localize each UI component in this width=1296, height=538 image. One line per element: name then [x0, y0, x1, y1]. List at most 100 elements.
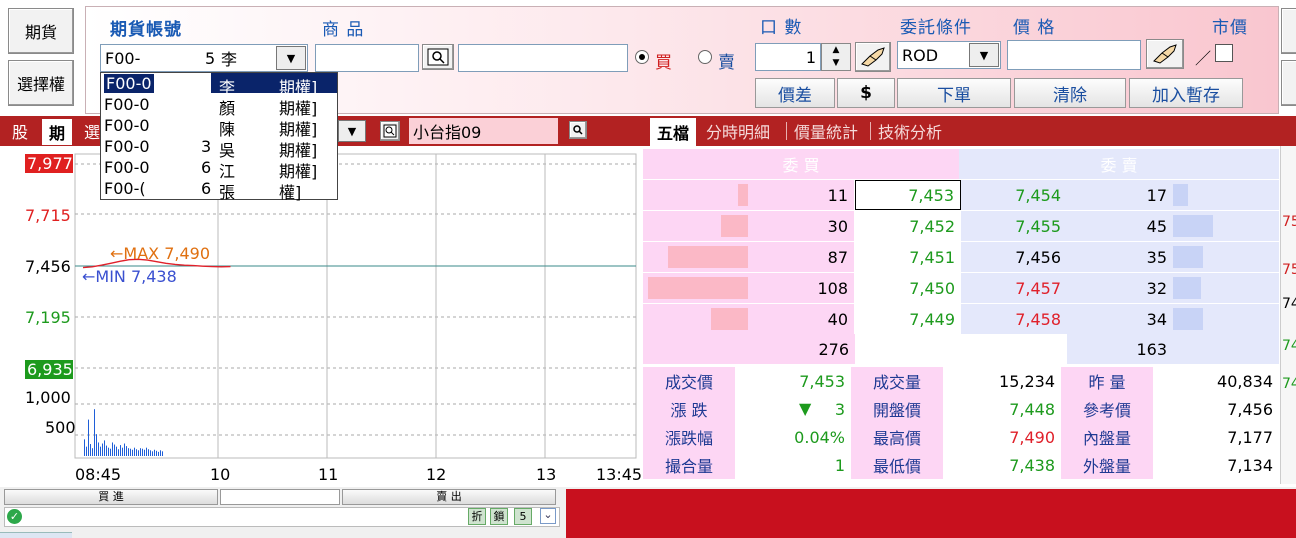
five-button[interactable]: 5 — [514, 508, 532, 525]
chevron-down-icon: ⌄ — [543, 508, 553, 521]
volume-bar — [156, 450, 157, 456]
product-name-input[interactable] — [458, 44, 628, 72]
bid-price[interactable]: 7,453 — [855, 180, 961, 210]
tab-separator — [870, 122, 871, 140]
product-search-button[interactable] — [422, 44, 454, 70]
right-edge-text: 74 — [1282, 338, 1296, 354]
volume-bar — [100, 446, 101, 456]
tab-options[interactable]: 選 — [84, 118, 100, 144]
add-temp-button[interactable]: 加入暫存 — [1129, 78, 1243, 108]
ask-volume-bar — [1173, 308, 1203, 330]
sell-radio[interactable] — [698, 50, 712, 64]
option-account-id: F00-0 — [104, 116, 150, 135]
ask-price[interactable]: 7,454 — [961, 180, 1067, 210]
chart-search-button[interactable] — [380, 121, 400, 141]
middle-column-header[interactable] — [220, 489, 340, 505]
volume-bar — [140, 448, 141, 456]
bid-price[interactable]: 7,451 — [855, 242, 961, 272]
right-edge-button-2[interactable] — [1281, 60, 1296, 106]
ask-price[interactable]: 7,456 — [961, 242, 1067, 272]
tab-futures[interactable]: 期 — [42, 119, 72, 145]
account-dropdown-button[interactable]: ▼ — [276, 46, 306, 70]
quantity-input[interactable]: 1 — [755, 43, 821, 71]
quantity-stepper[interactable]: ▲ ▼ — [821, 43, 851, 71]
volume-bar — [98, 442, 99, 456]
account-option[interactable]: F00-0 3 吳期權] — [101, 136, 337, 160]
radio-selected-dot — [639, 54, 645, 60]
volume-bar — [118, 449, 119, 456]
volume-bar — [148, 449, 149, 456]
ask-price[interactable]: 7,457 — [961, 273, 1067, 303]
buy-radio[interactable] — [635, 50, 649, 64]
account-option[interactable]: F00-0 陳期權] — [101, 115, 337, 139]
fold-button[interactable]: 折 — [468, 508, 486, 525]
condition-dropdown-button[interactable]: ▼ — [969, 43, 999, 67]
place-order-button[interactable]: 下單 — [897, 78, 1011, 108]
tab-stock[interactable]: 股 — [12, 118, 28, 144]
tab-five-level[interactable]: 五檔 — [650, 118, 696, 146]
volume-bar — [162, 451, 163, 456]
buy-column-header[interactable]: 買 進 — [4, 489, 218, 505]
volume-bar — [110, 448, 111, 456]
right-edge-button-1[interactable] — [1281, 8, 1296, 54]
account-option[interactable]: F00-0 顏期權] — [101, 94, 337, 118]
account-option[interactable]: F00-0 6 江期權] — [101, 157, 337, 181]
option-account-id: F00-( — [104, 179, 146, 198]
sell-label: 賣 — [718, 53, 735, 73]
volume-bar — [126, 446, 127, 456]
stat-value: 7,456 — [1153, 395, 1279, 423]
volume-bar — [86, 446, 87, 456]
bid-volume-bar — [668, 246, 748, 268]
dollar-button[interactable]: $ — [837, 78, 895, 108]
volume-bar — [138, 450, 139, 456]
product-list-dropdown[interactable]: ▼ — [338, 120, 366, 142]
max-arrow: ← — [110, 244, 124, 263]
bid-price[interactable]: 7,449 — [855, 304, 961, 334]
bid-price[interactable]: 7,450 — [855, 273, 961, 303]
ask-total: 163 — [1067, 334, 1173, 364]
stat-label: 成交量 — [851, 367, 943, 395]
search-icon — [383, 124, 397, 138]
volume-bar — [154, 449, 155, 456]
quick-order-button[interactable] — [855, 42, 891, 72]
option-account-id: F00-0 — [104, 137, 150, 156]
stat-value: 40,834 — [1153, 367, 1279, 395]
price-hand-button[interactable] — [1146, 39, 1184, 69]
market-price-checkbox[interactable] — [1215, 44, 1233, 62]
options-button[interactable]: 選擇權 — [8, 60, 74, 106]
volume-tick-label: 500 — [45, 418, 76, 437]
account-option[interactable]: F00-0 李期權] — [101, 73, 337, 97]
expand-button[interactable]: ⌄ — [540, 508, 556, 524]
tab-technical[interactable]: 技術分析 — [878, 118, 942, 144]
bid-price[interactable]: 7,452 — [855, 211, 961, 241]
ask-price[interactable]: 7,455 — [961, 211, 1067, 241]
product-code-input[interactable] — [315, 44, 419, 72]
stepper-up-icon[interactable]: ▲ — [822, 44, 850, 57]
ask-quantity: 35 — [1067, 242, 1173, 272]
market-price-label: 市價 — [1212, 18, 1248, 38]
price-input[interactable] — [1007, 40, 1141, 70]
account-name: 李 — [221, 50, 238, 69]
total-spacer — [855, 334, 1067, 364]
spread-button[interactable]: 價差 — [755, 78, 835, 108]
price-label: 價 格 — [1013, 18, 1056, 38]
product-find-button[interactable] — [569, 121, 587, 139]
stat-value: 7,134 — [1153, 451, 1279, 479]
option-account-id: F00-0 — [104, 158, 150, 177]
status-ok-icon: ✓ — [7, 509, 22, 524]
account-dropdown-list[interactable]: F00-0 李期權] F00-0 顏期權] F00-0 陳期權] F00-0 3 吳期權] F00… — [100, 72, 338, 202]
stepper-down-icon[interactable]: ▼ — [822, 57, 850, 70]
lock-button[interactable]: 鎖 — [490, 508, 508, 525]
futures-button[interactable]: 期貨 — [8, 8, 74, 54]
tab-volume-stats[interactable]: 價量統計 — [794, 118, 858, 144]
chevron-down-icon: ▼ — [979, 48, 989, 62]
bottom-tab-strip — [0, 532, 72, 538]
clear-button[interactable]: 清除 — [1014, 78, 1126, 108]
account-option[interactable]: F00-(6 張 權] — [101, 178, 337, 202]
ask-price[interactable]: 7,458 — [961, 304, 1067, 334]
volume-bar — [124, 443, 125, 456]
tab-time-detail[interactable]: 分時明細 — [706, 118, 770, 144]
volume-bar — [142, 448, 143, 456]
sell-column-header[interactable]: 賣 出 — [342, 489, 556, 505]
stat-label: 外盤量 — [1061, 451, 1153, 479]
